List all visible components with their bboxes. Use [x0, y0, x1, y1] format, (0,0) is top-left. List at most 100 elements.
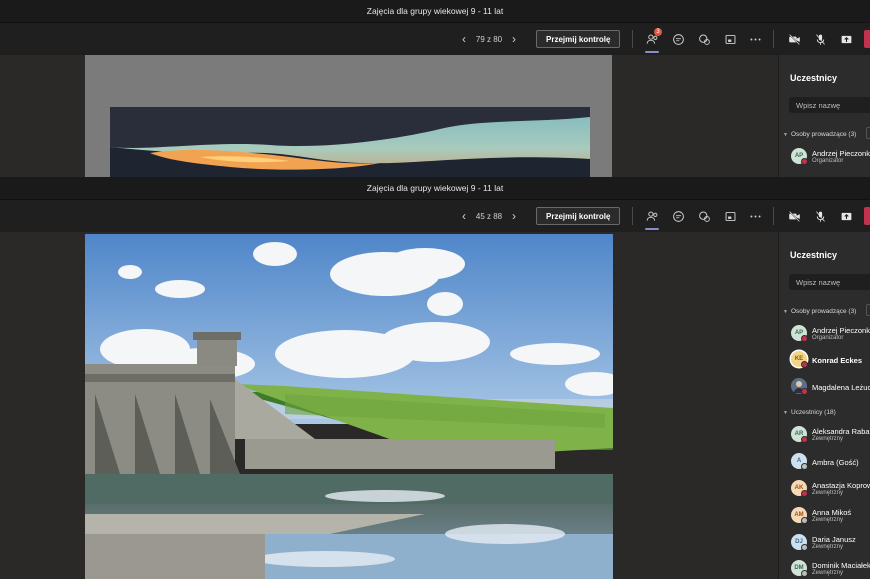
- participants-count-badge: 3: [654, 28, 662, 36]
- chevron-right-icon[interactable]: ›: [507, 32, 521, 46]
- reactions-icon[interactable]: [695, 207, 713, 225]
- share-icon[interactable]: [837, 207, 855, 225]
- participant-role: Organizator: [812, 158, 844, 164]
- shared-screen: [0, 232, 778, 579]
- presence-away-icon: [801, 570, 808, 577]
- avatar: DM: [791, 560, 808, 577]
- avatar: KE: [791, 351, 808, 368]
- presence-away-icon: [801, 544, 808, 551]
- people-icon[interactable]: [643, 207, 661, 230]
- presenters-section-header[interactable]: ▼ Osoby prowadzące (3): [783, 308, 856, 315]
- avatar: [791, 378, 808, 395]
- participant-item[interactable]: DM Dominik Maciałek Zewnętrzny: [791, 559, 870, 579]
- avatar: AP: [791, 148, 808, 165]
- participant-role: Zewnętrzny: [812, 490, 844, 496]
- participant-role: Zewnętrzny: [812, 570, 844, 576]
- attendees-section-header[interactable]: ▼ Uczestnicy (18): [783, 409, 836, 416]
- participant-item[interactable]: A Ambra (Gość): [791, 452, 870, 472]
- participant-name: Aleksandra Raba: [812, 427, 870, 436]
- avatar: AM: [791, 507, 808, 524]
- chevron-down-icon: ▼: [783, 131, 788, 138]
- toolbar-divider: [773, 30, 774, 48]
- meeting-window-top: Zajęcia dla grupy wiekowej 9 - 11 lat ‹ …: [0, 0, 870, 177]
- chevron-left-icon[interactable]: ‹: [457, 32, 471, 46]
- participant-role: Zewnętrzny: [812, 544, 844, 550]
- avatar: AR: [791, 426, 808, 443]
- presence-busy-icon: [801, 388, 808, 395]
- participant-item[interactable]: AK Anastazja Koprowska Zewnętrzny: [791, 479, 870, 499]
- toolbar-divider: [632, 207, 633, 225]
- participant-item[interactable]: DJ Daria Janusz Zewnętrzny: [791, 533, 870, 553]
- participant-item[interactable]: AP Andrzej Pieczonka Organizator: [791, 147, 870, 167]
- participant-item[interactable]: Magdalena Leżuch: [791, 377, 870, 397]
- share-tray-icon[interactable]: [721, 207, 739, 225]
- participant-name: Magdalena Leżuch: [812, 383, 870, 392]
- dam-photo: [85, 234, 613, 579]
- participant-name: Anastazja Koprowska: [812, 481, 870, 490]
- slide-page-counter: 79 z 80: [475, 34, 503, 44]
- reactions-icon[interactable]: [695, 30, 713, 48]
- participant-name: Andrzej Pieczonka: [812, 326, 870, 335]
- window-title: Zajęcia dla grupy wiekowej 9 - 11 lat: [0, 177, 870, 200]
- presence-busy-icon: [801, 436, 808, 443]
- participant-item[interactable]: AP Andrzej Pieczonka Organizator: [791, 324, 870, 344]
- slide-page-counter: 45 z 88: [475, 211, 503, 221]
- meeting-toolbar: ‹ 79 z 80 › Przejmij kontrolę 3: [0, 23, 870, 56]
- presence-busy-icon: [801, 490, 808, 497]
- meeting-window-bottom: Zajęcia dla grupy wiekowej 9 - 11 lat ‹ …: [0, 177, 870, 579]
- section-action-box[interactable]: [866, 127, 870, 139]
- window-title: Zajęcia dla grupy wiekowej 9 - 11 lat: [0, 0, 870, 23]
- participant-role: Zewnętrzny: [812, 517, 844, 523]
- participant-name: Dominik Maciałek: [812, 561, 870, 570]
- chevron-left-icon[interactable]: ‹: [457, 209, 471, 223]
- chevron-down-icon: ▼: [783, 409, 788, 416]
- more-icon[interactable]: [746, 30, 764, 48]
- toolbar-divider: [773, 207, 774, 225]
- panel-title: Uczestnicy: [790, 73, 838, 83]
- participant-role: Zewnętrzny: [812, 436, 844, 442]
- camera-off-icon[interactable]: [785, 207, 803, 225]
- take-control-button[interactable]: Przejmij kontrolę: [536, 30, 621, 48]
- shared-screen: [0, 55, 778, 177]
- take-control-button[interactable]: Przejmij kontrolę: [536, 207, 621, 225]
- people-icon[interactable]: 3: [643, 28, 662, 53]
- participant-name: Konrad Eckes: [812, 356, 863, 365]
- participant-item[interactable]: AM Anna Mikoś Zewnętrzny: [791, 506, 870, 526]
- meeting-toolbar: ‹ 45 z 88 › Przejmij kontrolę: [0, 200, 870, 233]
- participant-search-input[interactable]: Wpisz nazwę: [789, 97, 870, 113]
- share-icon[interactable]: [837, 30, 855, 48]
- participant-item[interactable]: AR Aleksandra Raba Zewnętrzny: [791, 425, 870, 445]
- panel-title: Uczestnicy: [790, 250, 838, 260]
- presenters-section-header[interactable]: ▼ Osoby prowadzące (3): [783, 131, 856, 138]
- presence-busy-icon: [801, 361, 808, 368]
- avatar: DJ: [791, 534, 808, 551]
- mic-off-icon[interactable]: [811, 207, 829, 225]
- participant-role: Organizator: [812, 335, 844, 341]
- presence-busy-icon: [801, 158, 808, 165]
- avatar: A: [791, 453, 808, 470]
- chat-icon[interactable]: [669, 207, 687, 225]
- toolbar-divider: [632, 30, 633, 48]
- leave-button[interactable]: [864, 30, 870, 48]
- participant-name: Andrzej Pieczonka: [812, 149, 870, 158]
- sunset-photo: [110, 107, 590, 177]
- chevron-right-icon[interactable]: ›: [507, 209, 521, 223]
- participant-name: Daria Janusz: [812, 535, 856, 544]
- share-tray-icon[interactable]: [721, 30, 739, 48]
- mic-off-icon[interactable]: [811, 30, 829, 48]
- section-action-box[interactable]: [866, 304, 870, 316]
- chat-icon[interactable]: [669, 30, 687, 48]
- avatar: AK: [791, 480, 808, 497]
- participants-panel: Uczestnicy Wpisz nazwę ▼ Osoby prowadząc…: [778, 232, 870, 579]
- presence-away-icon: [801, 517, 808, 524]
- more-icon[interactable]: [746, 207, 764, 225]
- chevron-down-icon: ▼: [783, 308, 788, 315]
- leave-button[interactable]: [864, 207, 870, 225]
- participants-panel: Uczestnicy Wpisz nazwę ▼ Osoby prowadząc…: [778, 55, 870, 177]
- participant-search-input[interactable]: Wpisz nazwę: [789, 274, 870, 290]
- participant-name: Ambra (Gość): [812, 458, 859, 467]
- camera-off-icon[interactable]: [785, 30, 803, 48]
- participant-item[interactable]: KE Konrad Eckes: [791, 350, 870, 370]
- avatar: AP: [791, 325, 808, 342]
- presence-away-icon: [801, 463, 808, 470]
